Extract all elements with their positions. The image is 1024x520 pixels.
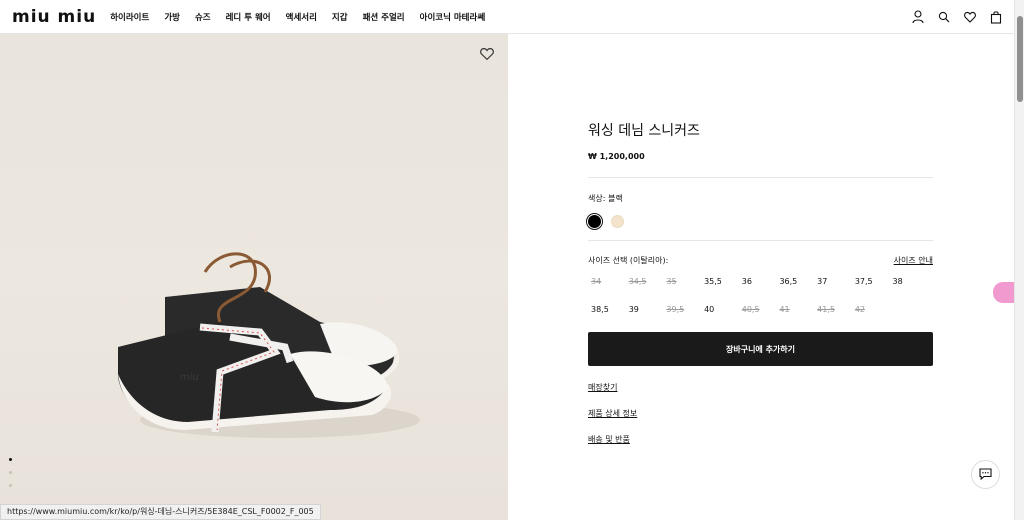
size-option[interactable]: 40 (704, 305, 742, 315)
size-option[interactable]: 36 (742, 277, 780, 287)
size-option[interactable]: 36,5 (779, 277, 817, 287)
size-select-label: 사이즈 선택 (이탈리아): (588, 256, 669, 265)
scrollbar-thumb[interactable] (1017, 16, 1023, 102)
product-price: ₩ 1,200,000 (588, 152, 645, 161)
nav-item-iconic-matelasse[interactable]: 아이코닉 마테라쎄 (420, 11, 486, 23)
size-option[interactable]: 40,5 (742, 305, 780, 315)
size-option[interactable]: 39 (629, 305, 667, 315)
size-option[interactable]: 35,5 (704, 277, 742, 287)
shipping-returns-link[interactable]: 배송 및 반품 (588, 434, 630, 445)
svg-text:miu: miu (180, 372, 199, 383)
size-option[interactable]: 39,5 (666, 305, 704, 315)
size-grid: 34 34,5 35 35,5 36 36,5 37 37,5 38 38,5 39 39,5 40 40… (591, 277, 933, 315)
size-option[interactable]: 41 (779, 305, 817, 315)
bag-icon[interactable] (990, 9, 1002, 24)
image-pagination (9, 458, 12, 487)
main-nav: 하이라이트 가방 슈즈 레디 투 웨어 액세서리 지갑 패션 주얼리 아이코닉 … (110, 11, 500, 23)
size-option[interactable]: 35 (666, 277, 704, 287)
pagination-dot[interactable] (9, 471, 12, 474)
user-icon[interactable] (912, 9, 924, 24)
pagination-dot[interactable] (9, 458, 12, 461)
wishlist-heart-icon[interactable] (480, 46, 494, 61)
nav-item-bags[interactable]: 가방 (164, 11, 180, 23)
size-guide-link[interactable]: 사이즈 안내 (894, 255, 933, 266)
color-swatches (588, 215, 933, 228)
header-icons (912, 9, 1002, 24)
color-swatch-cream[interactable] (611, 215, 624, 228)
brand-logo[interactable]: miu miu (12, 7, 96, 27)
nav-item-wallets[interactable]: 지갑 (332, 11, 348, 23)
size-option[interactable]: 34 (591, 277, 629, 287)
size-header: 사이즈 선택 (이탈리아): 사이즈 안내 (588, 255, 933, 266)
info-links: 매장찾기 제품 상세 정보 배송 및 반품 (588, 382, 933, 445)
nav-item-fashion-jewelry[interactable]: 패션 주얼리 (363, 11, 405, 23)
divider (588, 177, 933, 178)
chat-button[interactable] (971, 460, 1000, 489)
sneaker-product-image: miu (118, 252, 420, 438)
product-image-panel: miu (0, 34, 508, 520)
size-option[interactable]: 34,5 (629, 277, 667, 287)
nav-item-highlights[interactable]: 하이라이트 (110, 11, 149, 23)
store-locator-link[interactable]: 매장찾기 (588, 382, 617, 393)
size-option[interactable]: 38,5 (591, 305, 629, 315)
heart-icon[interactable] (964, 9, 976, 23)
size-option[interactable]: 37,5 (855, 277, 893, 287)
product-details-link[interactable]: 제품 상세 정보 (588, 408, 637, 419)
divider (588, 240, 933, 241)
status-url: https://www.miumiu.com/kr/ko/p/워싱-데님-스니커… (0, 504, 321, 520)
nav-item-accessories[interactable]: 액세서리 (286, 11, 317, 23)
site-header: miu miu 하이라이트 가방 슈즈 레디 투 웨어 액세서리 지갑 패션 주… (0, 0, 1014, 34)
side-promo-widget[interactable] (993, 282, 1014, 303)
page-scrollbar[interactable] (1014, 0, 1024, 520)
pagination-dot[interactable] (9, 484, 12, 487)
search-icon[interactable] (938, 9, 950, 23)
color-label: 색상: 블랙 (588, 194, 623, 203)
add-to-cart-button[interactable]: 장바구니에 추가하기 (588, 332, 933, 366)
product-info: 워싱 데님 스니커즈 ₩ 1,200,000 색상: 블랙 사이즈 선택 (이탈… (588, 120, 933, 445)
size-option[interactable]: 42 (855, 305, 893, 315)
size-option[interactable]: 41,5 (817, 305, 855, 315)
product-title: 워싱 데님 스니커즈 (588, 123, 700, 139)
size-option[interactable]: 37 (817, 277, 855, 287)
nav-item-ready-to-wear[interactable]: 레디 투 웨어 (226, 11, 271, 23)
chat-icon (979, 465, 992, 484)
nav-item-shoes[interactable]: 슈즈 (195, 11, 211, 23)
size-option[interactable]: 38 (893, 277, 931, 287)
color-swatch-black[interactable] (588, 215, 601, 228)
